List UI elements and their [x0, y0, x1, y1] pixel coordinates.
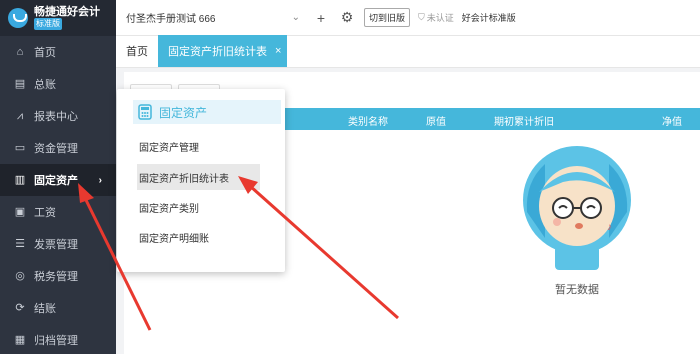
menu-item-asset-management[interactable]: 固定资产管理 [139, 133, 263, 159]
verify-status[interactable]: ⛉ 未认证 [418, 11, 454, 24]
add-icon[interactable]: + [312, 10, 330, 26]
salary-icon: ▣ [14, 206, 26, 218]
edition-label: 好会计标准版 [461, 13, 516, 23]
sidebar-item-tax[interactable]: ◎ 税务管理 [0, 260, 116, 292]
fixed-assets-flyout-menu: 固定资产 固定资产管理 固定资产折旧统计表 固定资产类别 固定资产明细账 [117, 89, 285, 272]
chevron-right-icon: › [98, 174, 102, 186]
menu-item-depreciation-report[interactable]: 固定资产折旧统计表 [137, 164, 260, 190]
switch-old-version-button[interactable]: 切到旧版 [364, 8, 411, 27]
flyout-header: 固定资产 [133, 100, 281, 124]
tab-label: 固定资产折旧统计表 [168, 46, 267, 58]
empty-state: ♪ 暂无数据 [502, 142, 652, 297]
column-header-category: 类别名称 [348, 117, 388, 128]
empty-state-text: 暂无数据 [555, 284, 599, 296]
close-icon[interactable]: × [275, 45, 281, 57]
sidebar-item-checkout[interactable]: ⟳ 结账 [0, 292, 116, 324]
sidebar-item-label: 资金管理 [34, 143, 78, 155]
sidebar-item-funds[interactable]: ▭ 资金管理 [0, 132, 116, 164]
menu-item-asset-category[interactable]: 固定资产类别 [139, 194, 263, 220]
sidebar-item-label: 总账 [34, 79, 56, 91]
sidebar-item-label: 报表中心 [34, 111, 78, 123]
column-header-opening-depreciation: 期初累计折旧 [494, 117, 554, 128]
wallet-icon: ▭ [14, 142, 26, 154]
sidebar-item-label: 工资 [34, 207, 56, 219]
brand-logo[interactable]: 畅捷通好会计 标准版 [0, 0, 116, 36]
sidebar-item-fixed-assets[interactable]: ▥ 固定资产 › [0, 164, 116, 196]
empty-mascot-illustration: ♪ [523, 146, 631, 270]
menu-item-asset-detail-ledger[interactable]: 固定资产明细账 [139, 224, 263, 250]
asset-icon: ▥ [14, 174, 26, 186]
flyout-title: 固定资产 [159, 105, 208, 120]
sidebar-nav: ⌂ 首页 ▤ 总账 ⩘ 报表中心 ▭ 资金管理 ▥ 固定资产 › ▣ 工资 ☰ … [0, 36, 116, 354]
sidebar-item-label: 归档管理 [34, 335, 78, 347]
sidebar-item-home[interactable]: ⌂ 首页 [0, 36, 116, 68]
sidebar-item-label: 税务管理 [34, 271, 78, 283]
column-header-net-value: 净值 [662, 117, 682, 128]
tax-icon: ◎ [15, 270, 25, 282]
sidebar: 畅捷通好会计 标准版 ⌂ 首页 ▤ 总账 ⩘ 报表中心 ▭ 资金管理 ▥ 固定资… [0, 0, 116, 354]
shield-icon: ⛉ [418, 12, 425, 22]
sidebar-item-label: 固定资产 [34, 175, 78, 187]
account-select[interactable]: 付圣杰手册测试 666 ⌄ [122, 6, 304, 30]
verify-label: 未认证 [426, 13, 454, 23]
sidebar-item-label: 首页 [34, 47, 56, 59]
logo-icon [8, 8, 28, 28]
page-tabs: 首页 固定资产折旧统计表 × [116, 35, 700, 68]
sidebar-item-archive[interactable]: ▦ 归档管理 [0, 324, 116, 354]
svg-text:♪: ♪ [607, 222, 612, 233]
home-icon: ⌂ [16, 46, 24, 58]
brand-edition: 标准版 [34, 18, 62, 30]
gear-icon[interactable]: ⚙ [338, 9, 356, 26]
sidebar-item-label: 结账 [34, 303, 56, 315]
sidebar-item-reports[interactable]: ⩘ 报表中心 [0, 100, 116, 132]
sidebar-item-salary[interactable]: ▣ 工资 [0, 196, 116, 228]
brand-name: 畅捷通好会计 [34, 6, 100, 18]
tab-depreciation-report[interactable]: 固定资产折旧统计表 × [158, 35, 288, 67]
top-bar: 付圣杰手册测试 666 ⌄ + ⚙ 切到旧版 ⛉ 未认证 好会计标准版 [116, 0, 700, 36]
account-name: 付圣杰手册测试 666 [126, 14, 216, 25]
checkout-icon: ⟳ [15, 302, 25, 314]
ledger-icon: ▤ [14, 78, 26, 90]
sidebar-item-invoices[interactable]: ☰ 发票管理 [0, 228, 116, 260]
chart-icon: ⩘ [16, 110, 24, 122]
tab-label: 首页 [126, 46, 148, 58]
sidebar-item-label: 发票管理 [34, 239, 78, 251]
sidebar-item-ledger[interactable]: ▤ 总账 [0, 68, 116, 100]
calculator-icon [138, 104, 152, 120]
invoice-icon: ☰ [15, 238, 25, 250]
column-header-original-value: 原值 [426, 117, 446, 128]
app-window: 畅捷通好会计 标准版 ⌂ 首页 ▤ 总账 ⩘ 报表中心 ▭ 资金管理 ▥ 固定资… [0, 0, 700, 354]
tab-home[interactable]: 首页 [116, 35, 158, 67]
archive-icon: ▦ [14, 334, 26, 346]
chevron-down-icon: ⌄ [291, 12, 300, 23]
